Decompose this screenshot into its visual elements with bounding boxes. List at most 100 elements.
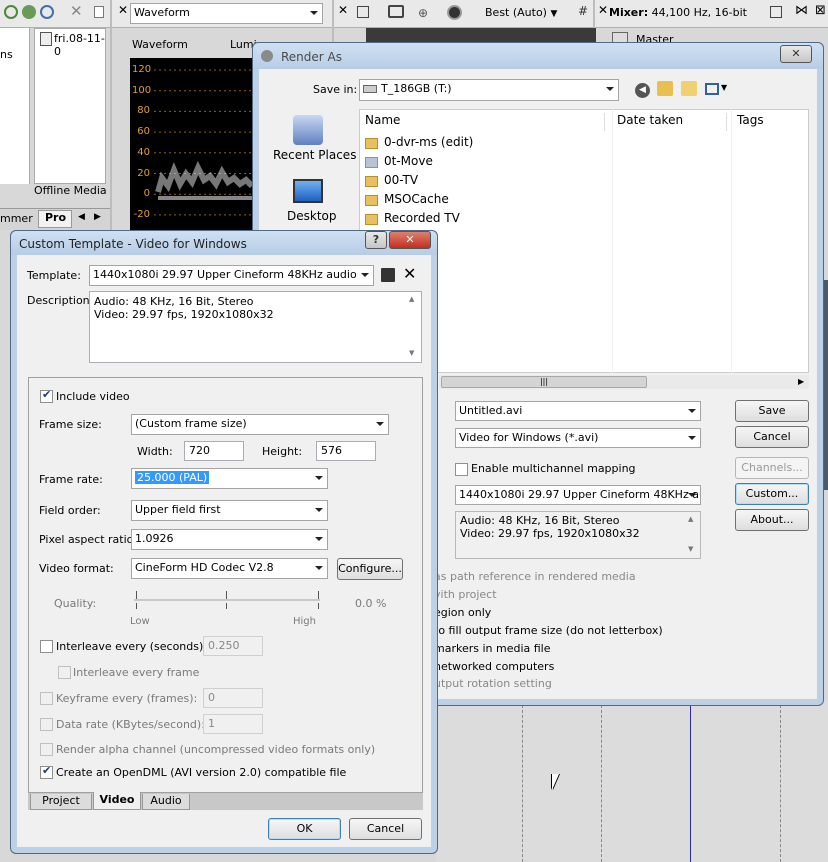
description-scroll-up-icon[interactable]: ▲	[409, 295, 414, 303]
render-option-label[interactable]: vith project	[434, 588, 497, 601]
column-name-header[interactable]: Name	[365, 113, 605, 131]
file-row[interactable]: MSOCache	[365, 192, 449, 210]
render-option-label[interactable]: egion only	[434, 606, 491, 619]
view-menu-chevron-icon[interactable]: ▼	[721, 83, 727, 92]
multichannel-checkbox[interactable]	[455, 463, 468, 476]
cancel-button[interactable]: Cancel	[735, 426, 809, 448]
description-box[interactable]: Audio: 48 KHz, 16 Bit, Stereo Video: 29.…	[89, 291, 422, 363]
file-row[interactable]: 00-TV	[365, 173, 418, 191]
save-template-icon[interactable]	[381, 268, 395, 282]
custom-button[interactable]: Custom...	[735, 483, 809, 505]
interleave-frame-checkbox[interactable]	[58, 666, 71, 679]
file-row[interactable]: 0-dvr-ms (edit)	[365, 135, 473, 153]
custom-template-close-button[interactable]: ✕	[389, 231, 431, 249]
datarate-checkbox[interactable]	[40, 718, 53, 731]
desc-scroll-up-icon[interactable]: ▲	[688, 515, 693, 523]
help-button[interactable]: ?	[365, 231, 387, 249]
about-button[interactable]: About...	[735, 509, 809, 531]
save-as-type-select[interactable]: Video for Windows (*.avi)	[455, 428, 701, 448]
new-folder-icon[interactable]	[681, 81, 697, 96]
save-button[interactable]: Save	[735, 400, 809, 422]
description-scroll-down-icon[interactable]: ▼	[409, 349, 414, 357]
datarate-field[interactable]: 1	[203, 714, 263, 734]
render-template-select[interactable]: 1440x1080i 29.97 Upper Cineform 48KHz au…	[455, 485, 701, 505]
configure-button[interactable]: Configure...	[337, 558, 403, 580]
column-date-header[interactable]: Date taken	[617, 113, 727, 131]
grid-icon[interactable]: #	[578, 4, 588, 18]
overlay-icon[interactable]	[447, 5, 462, 20]
preview-quality-label: Best (Auto)	[485, 6, 547, 19]
quality-slider[interactable]	[134, 591, 320, 611]
keyframe-checkbox[interactable]	[40, 692, 53, 705]
tab-project-media[interactable]: Pro	[38, 210, 72, 228]
width-field[interactable]: 720	[184, 441, 244, 461]
channels-button[interactable]: Channels...	[735, 457, 809, 479]
keyframe-field[interactable]: 0	[203, 688, 263, 708]
interleave-checkbox[interactable]	[40, 640, 53, 653]
quality-value: 0.0 %	[355, 597, 387, 610]
import-icon[interactable]	[22, 5, 36, 19]
scope-tick-label: 20	[137, 167, 150, 179]
split-icon[interactable]: ⊕	[418, 6, 428, 20]
render-option-label[interactable]: networked computers	[434, 660, 554, 673]
frame-rate-select[interactable]: 25.000 (PAL)	[131, 468, 328, 489]
render-as-close-button[interactable]: ✕	[780, 45, 812, 63]
alpha-checkbox[interactable]	[40, 743, 53, 756]
include-video-checkbox[interactable]	[40, 388, 53, 403]
preview-quality-select[interactable]: Best (Auto) ▼	[485, 6, 557, 19]
height-field[interactable]: 576	[316, 441, 376, 461]
tab-scroll-right-icon[interactable]: ▶	[94, 212, 101, 222]
delete-icon[interactable]: ✕	[70, 2, 83, 20]
mixer-header: Mixer: 44,100 Hz, 16-bit	[609, 6, 747, 19]
waveform-select[interactable]: Waveform	[130, 3, 323, 24]
file-row[interactable]: Recorded TV	[365, 211, 460, 229]
pixel-aspect-ratio-select[interactable]: 1.0926	[131, 529, 328, 550]
render-option-label[interactable]: as path reference in rendered media	[434, 570, 636, 583]
interleave-field[interactable]: 0.250	[203, 636, 263, 656]
recent-places-label[interactable]: Recent Places	[273, 148, 356, 162]
delete-template-icon[interactable]: ✕	[403, 264, 416, 283]
preview-close-icon[interactable]: ✕	[338, 3, 348, 17]
panel-close-icon[interactable]: ✕	[118, 3, 128, 17]
mixer-more-icon[interactable]: ⊠	[815, 3, 826, 18]
file-row[interactable]: 0t-Move	[365, 154, 433, 172]
recent-places-icon[interactable]	[293, 115, 323, 145]
search-icon[interactable]	[40, 5, 54, 19]
column-tags-header[interactable]: Tags	[737, 113, 764, 127]
monitor-icon[interactable]	[388, 5, 404, 18]
render-option-label[interactable]: utput rotation setting	[434, 677, 552, 690]
ok-button[interactable]: OK	[268, 818, 341, 840]
video-format-select[interactable]: CineForm HD Codec V2.8	[131, 558, 328, 579]
save-in-select[interactable]: T_186GB (T:)	[359, 79, 619, 101]
tab-scroll-left-icon[interactable]: ◀	[78, 212, 85, 222]
frame-size-select[interactable]: (Custom frame size)	[131, 414, 389, 435]
render-option-label[interactable]: to fill output frame size (do not letter…	[434, 624, 663, 637]
file-name-input[interactable]: Untitled.avi	[455, 401, 701, 421]
back-icon[interactable]: ◀	[635, 83, 650, 98]
scope-tick-label: 60	[137, 126, 150, 138]
tab-trimmer[interactable]: mmer	[0, 212, 33, 225]
render-option-label[interactable]: markers in media file	[434, 642, 551, 655]
desktop-label[interactable]: Desktop	[287, 209, 337, 223]
tab-audio[interactable]: Audio	[142, 794, 190, 810]
scope-tick-label: -20	[133, 208, 150, 220]
tab-project[interactable]: Project	[30, 794, 92, 810]
mixer-props-icon[interactable]	[770, 6, 782, 18]
mixer-close-icon[interactable]: ✕	[598, 3, 608, 17]
field-order-select[interactable]: Upper field first	[131, 500, 328, 521]
preview-settings-icon[interactable]	[357, 6, 369, 18]
downmix-icon[interactable]: ⋈	[795, 3, 808, 18]
view-menu-icon[interactable]	[705, 83, 719, 95]
desc-scroll-down-icon[interactable]: ▼	[688, 545, 693, 553]
media-file-label[interactable]: fri.08-11-0	[54, 32, 106, 58]
template-select[interactable]: 1440x1080i 29.97 Upper Cineform 48KHz au…	[89, 265, 374, 286]
up-folder-icon[interactable]	[657, 81, 673, 96]
desktop-icon[interactable]	[293, 179, 323, 203]
hscroll-thumb[interactable]: |||	[441, 376, 647, 388]
custom-cancel-button[interactable]: Cancel	[349, 818, 422, 840]
refresh-icon[interactable]	[4, 5, 18, 19]
opendml-checkbox[interactable]	[40, 764, 53, 779]
properties-icon[interactable]	[94, 6, 104, 18]
hscroll-right-icon[interactable]: ▶	[798, 377, 804, 386]
tab-video[interactable]: Video	[93, 792, 141, 810]
